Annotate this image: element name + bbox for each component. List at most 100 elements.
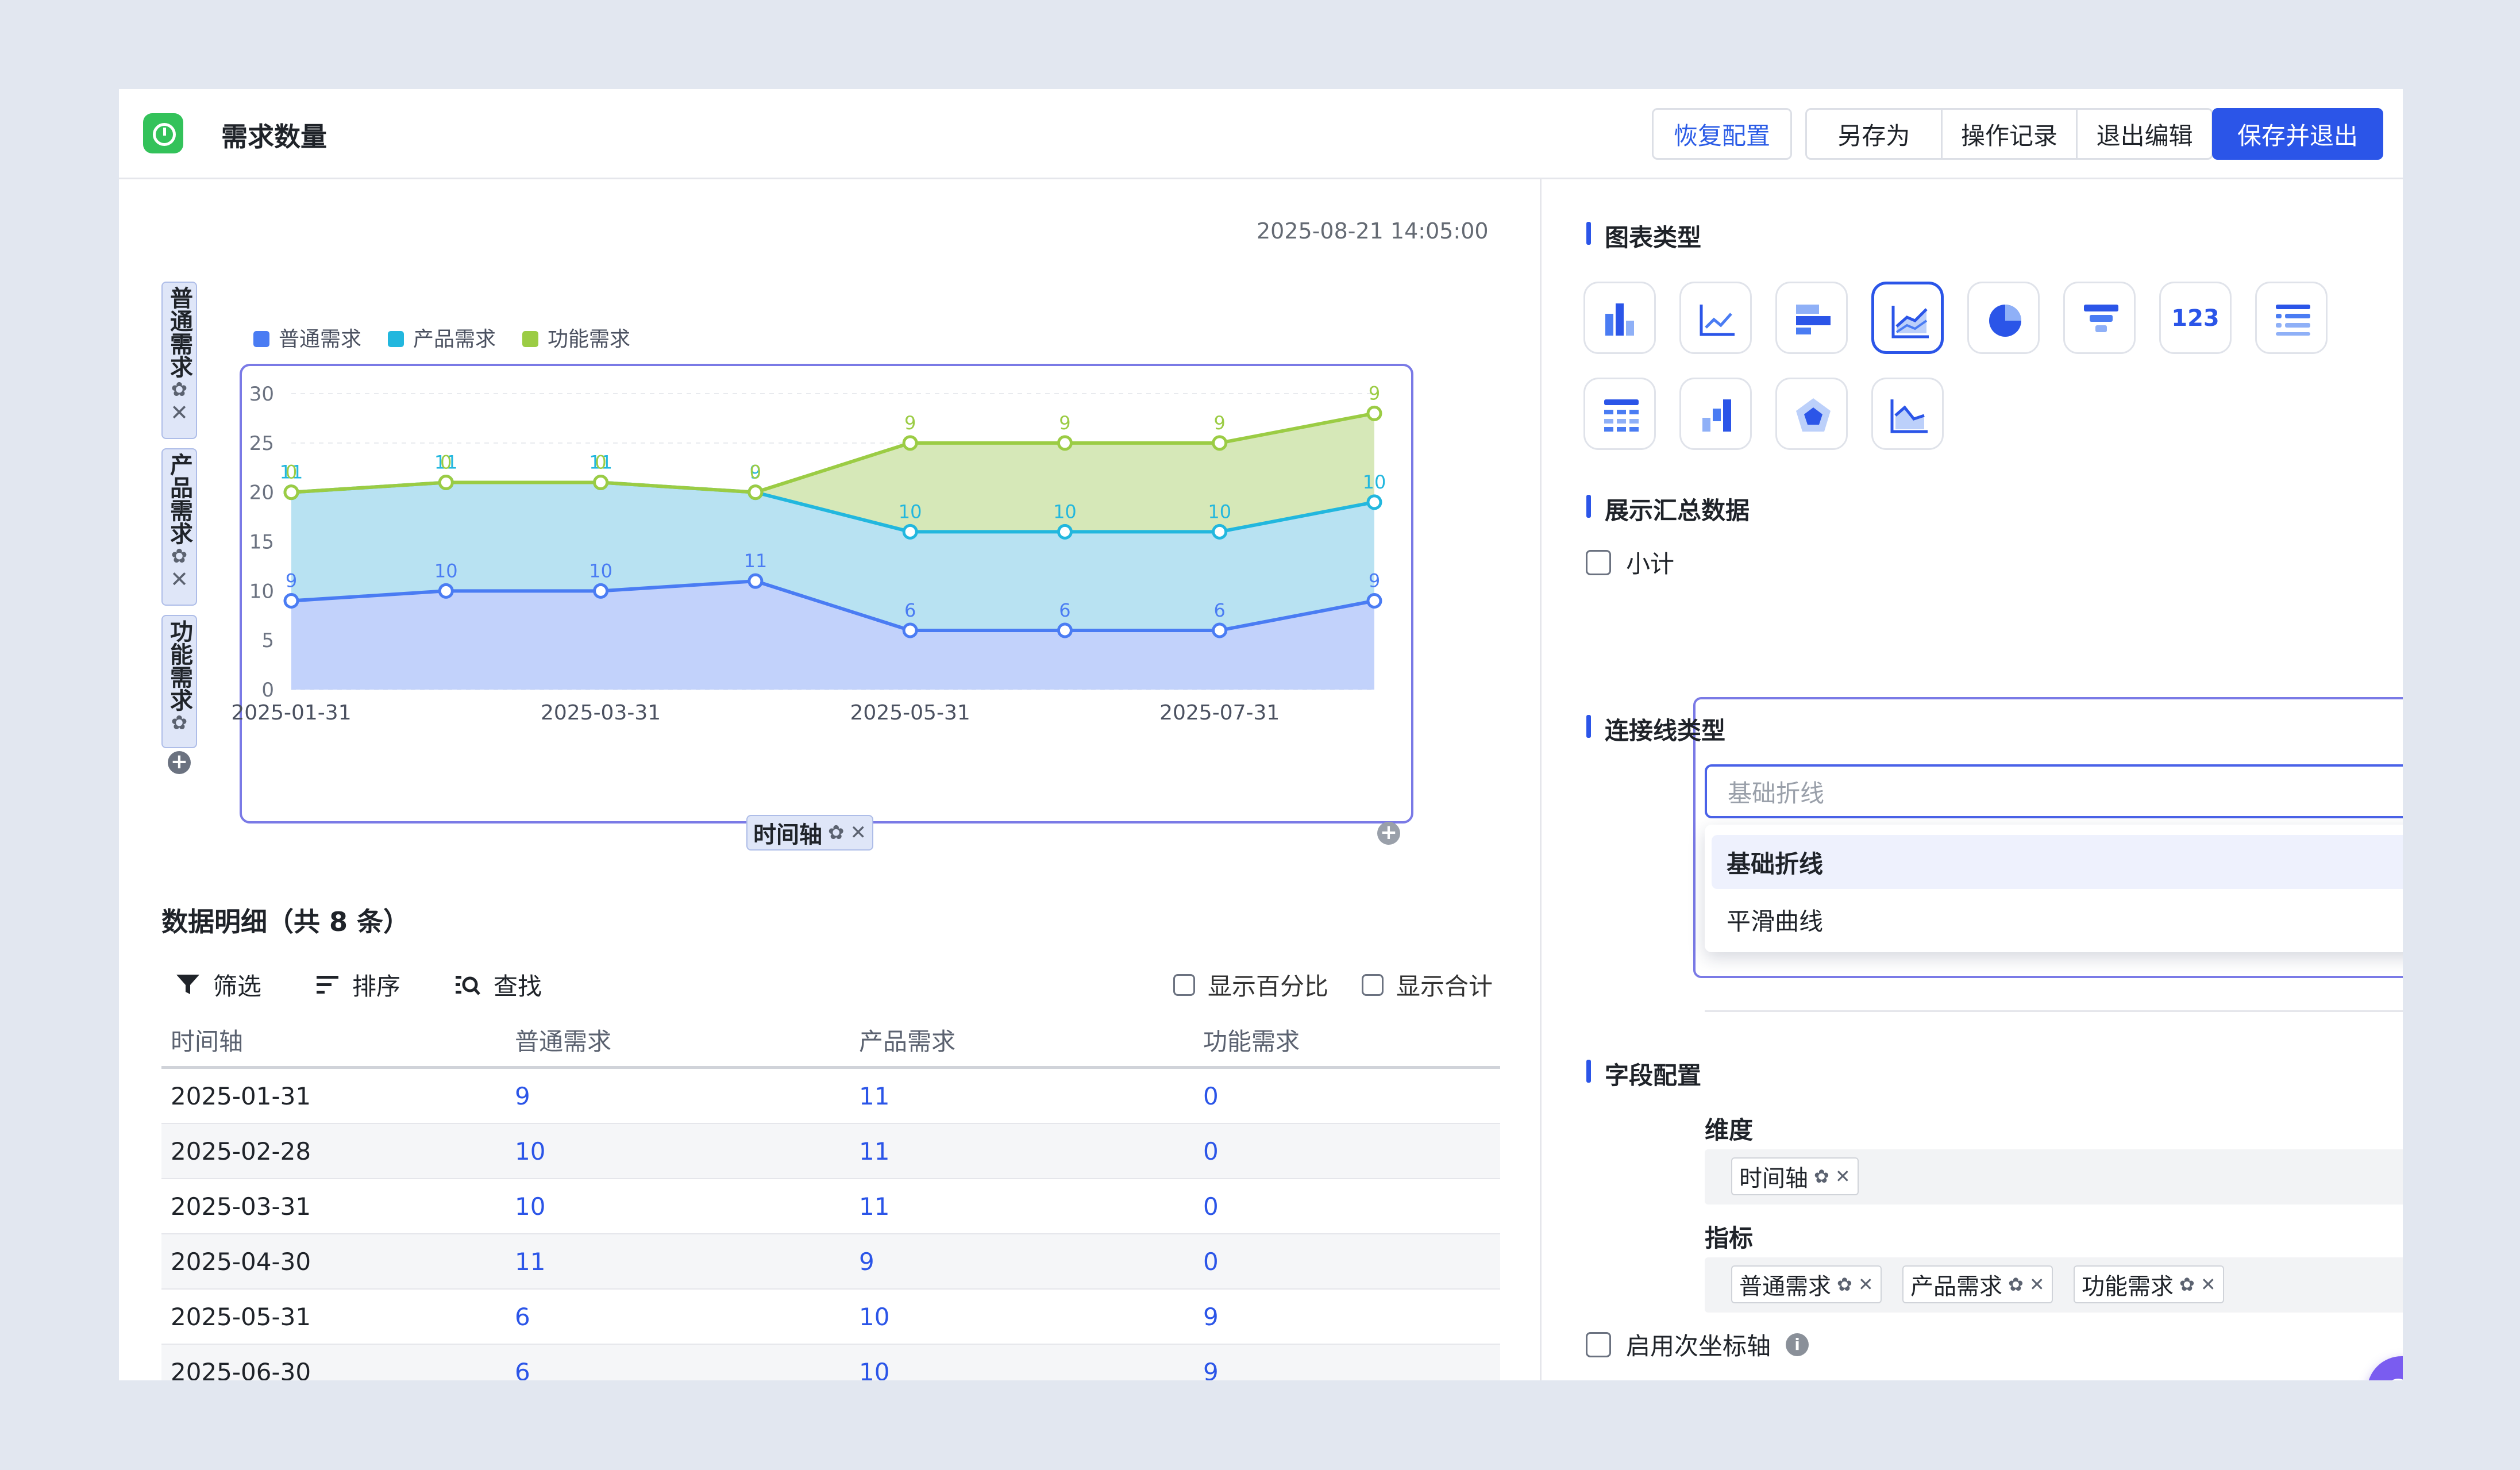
legend-label[interactable]: 功能需求 (548, 328, 630, 351)
close-icon[interactable]: ✕ (1835, 1165, 1851, 1187)
cell-value[interactable]: 9 (1194, 1289, 1500, 1345)
x-field-tag[interactable]: 时间轴 ✿ ✕ (746, 815, 873, 851)
dimension-drop-zone[interactable]: 时间轴 ✿ ✕ (1705, 1149, 2403, 1205)
data-point[interactable] (1366, 405, 1382, 421)
close-icon[interactable]: ✕ (2201, 1273, 2216, 1295)
data-point[interactable] (747, 573, 764, 589)
cell-value[interactable]: 0 (1194, 1179, 1500, 1234)
column-header[interactable]: 普通需求 (506, 1013, 850, 1069)
metric-drop-zone[interactable]: 普通需求 ✿ ✕ 产品需求 ✿ ✕ 功能需求 ✿ ✕ (1705, 1257, 2403, 1313)
show-percent-checkbox[interactable]: 显示百分比 (1173, 967, 1328, 1002)
cell-value[interactable]: 10 (850, 1289, 1194, 1345)
column-header[interactable]: 时间轴 (161, 1013, 506, 1069)
cell-value[interactable]: 11 (850, 1067, 1194, 1124)
data-point[interactable] (902, 435, 918, 451)
data-point[interactable] (1366, 494, 1382, 510)
gear-icon[interactable]: ✿ (2179, 1273, 2195, 1295)
chart-type-combo[interactable] (1871, 378, 1944, 450)
chart-type-pie[interactable] (1967, 282, 2040, 354)
data-point[interactable] (902, 622, 918, 638)
chart-type-bar[interactable] (1583, 282, 1656, 354)
exit-edit-button[interactable]: 退出编辑 (2078, 110, 2211, 158)
data-label: 0 (750, 461, 761, 483)
data-point[interactable] (593, 583, 609, 599)
data-point[interactable] (1366, 593, 1382, 609)
chart-type-horizontal-bar[interactable] (1775, 282, 1848, 354)
save-as-button[interactable]: 另存为 (1807, 110, 1943, 158)
gear-icon[interactable]: ✿ (1837, 1273, 1852, 1295)
data-point[interactable] (747, 484, 764, 501)
cell-value[interactable]: 10 (506, 1179, 850, 1234)
chart-type-line[interactable] (1679, 282, 1752, 354)
chart-type-waterfall[interactable] (1679, 378, 1752, 450)
legend-label[interactable]: 普通需求 (279, 328, 361, 351)
data-point[interactable] (283, 484, 299, 501)
find-button[interactable]: 查找 (454, 967, 542, 1002)
gear-icon[interactable]: ✿ (828, 821, 845, 844)
data-point[interactable] (1057, 622, 1073, 638)
cell-value[interactable]: 11 (850, 1179, 1194, 1234)
chart-type-funnel[interactable] (2063, 282, 2136, 354)
data-point[interactable] (1212, 524, 1228, 540)
line-type-select[interactable]: 基础折线 ⌄ (1705, 764, 2403, 818)
cell-value[interactable]: 9 (1194, 1344, 1500, 1380)
data-point[interactable] (438, 583, 454, 599)
data-point[interactable] (1212, 622, 1228, 638)
chart-type-radar[interactable] (1775, 378, 1848, 450)
checkbox-icon[interactable] (1586, 1332, 1611, 1357)
divider (1705, 1010, 2403, 1012)
gear-icon[interactable]: ✿ (1814, 1165, 1829, 1187)
filter-button[interactable]: 筛选 (175, 967, 261, 1002)
checkbox-icon[interactable] (1173, 973, 1195, 996)
chart-type-area[interactable] (1871, 282, 1944, 354)
checkbox-icon[interactable] (1362, 973, 1384, 996)
subtotal-checkbox[interactable]: 小计 (1586, 545, 1674, 580)
cell-value[interactable]: 9 (850, 1234, 1194, 1290)
gear-icon[interactable]: ✿ (2008, 1273, 2024, 1295)
data-point[interactable] (593, 475, 609, 490)
data-point[interactable] (438, 475, 454, 490)
help-button[interactable]: ? 帮助 (2367, 1356, 2403, 1380)
show-total-checkbox[interactable]: 显示合计 (1362, 967, 1493, 1002)
cell-value[interactable]: 6 (506, 1289, 850, 1345)
restore-config-button[interactable]: 恢复配置 (1652, 108, 1792, 160)
metric-chip[interactable]: 普通需求 ✿ ✕ (1731, 1265, 1882, 1303)
data-point[interactable] (902, 524, 918, 540)
metric-chip[interactable]: 产品需求 ✿ ✕ (1902, 1265, 2053, 1303)
metric-chip[interactable]: 功能需求 ✿ ✕ (2074, 1265, 2224, 1303)
cell-value[interactable]: 9 (506, 1067, 850, 1124)
cell-value[interactable]: 0 (1194, 1067, 1500, 1124)
save-and-exit-button[interactable]: 保存并退出 (2212, 108, 2383, 160)
checkbox-icon[interactable] (1586, 549, 1611, 575)
cell-value[interactable]: 11 (506, 1234, 850, 1290)
dimension-chip[interactable]: 时间轴 ✿ ✕ (1731, 1157, 1859, 1195)
close-icon[interactable]: ✕ (2029, 1273, 2045, 1295)
column-header[interactable]: 功能需求 (1194, 1013, 1500, 1069)
x-tick-label: 2025-03-31 (541, 701, 661, 725)
cell-value[interactable]: 10 (506, 1123, 850, 1179)
cell-value[interactable]: 0 (1194, 1234, 1500, 1290)
option-basic-line[interactable]: 基础折线 ✓ (1712, 835, 2403, 889)
sort-button[interactable]: 排序 (315, 967, 400, 1002)
option-smooth-curve[interactable]: 平滑曲线 (1712, 892, 2403, 946)
field-config-title: 字段配置 (1586, 1056, 1701, 1091)
legend-label[interactable]: 产品需求 (413, 328, 496, 351)
info-icon[interactable]: i (1786, 1333, 1809, 1356)
add-x-field-icon[interactable]: + (1377, 822, 1400, 845)
data-point[interactable] (1057, 524, 1073, 540)
history-button[interactable]: 操作记录 (1943, 110, 2078, 158)
data-point[interactable] (1212, 435, 1228, 451)
data-point[interactable] (283, 593, 299, 609)
cell-value[interactable]: 0 (1194, 1123, 1500, 1179)
chart-type-number[interactable]: 123 (2159, 282, 2232, 354)
chart-type-list[interactable] (2255, 282, 2328, 354)
close-icon[interactable]: ✕ (1858, 1273, 1874, 1295)
secondary-axis-checkbox[interactable]: 启用次坐标轴 i (1586, 1327, 1809, 1362)
cell-value[interactable]: 10 (850, 1344, 1194, 1380)
cell-value[interactable]: 11 (850, 1123, 1194, 1179)
chart-type-detail-table[interactable] (1583, 378, 1656, 450)
cell-value[interactable]: 6 (506, 1344, 850, 1380)
column-header[interactable]: 产品需求 (850, 1013, 1194, 1069)
data-point[interactable] (1057, 435, 1073, 451)
close-icon[interactable]: ✕ (850, 821, 867, 844)
